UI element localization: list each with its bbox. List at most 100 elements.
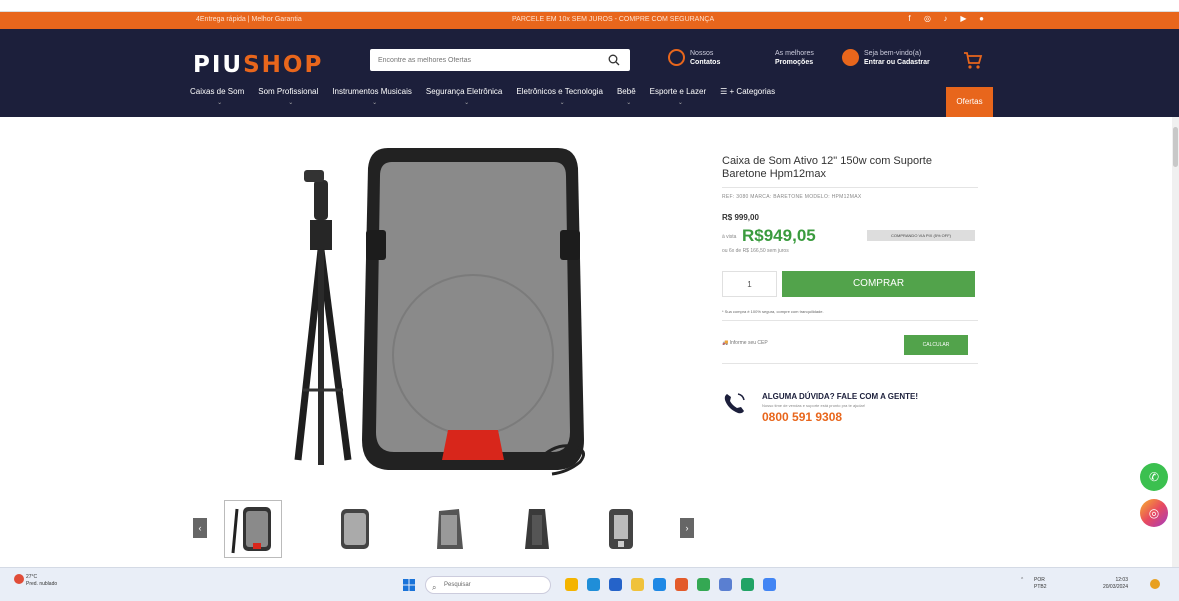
- nav-label: Instrumentos Musicais: [332, 87, 412, 96]
- offers-button[interactable]: Ofertas: [946, 87, 993, 117]
- nav-label: ☰ + Categorias: [720, 87, 776, 96]
- browser-top-strip: [0, 0, 1179, 12]
- product-title: Caixa de Som Ativo 12" 150w com Suporte …: [722, 155, 932, 180]
- nav-item-instrumentos-musicais[interactable]: Instrumentos Musicais ⌄: [332, 87, 412, 106]
- site-header: PIUSHOP Nossos Contatos As melhores Prom…: [0, 29, 1179, 117]
- thumbnail-prev-arrow[interactable]: ‹: [193, 518, 207, 538]
- login-link[interactable]: Seja bem-vindo(a) Entrar ou Cadastrar: [842, 49, 930, 67]
- search-icon[interactable]: [608, 54, 620, 66]
- product-ref: REF: 3080 MARCA: BARETONE MODELO: HPM12M…: [722, 194, 862, 200]
- edge-icon[interactable]: [653, 578, 666, 591]
- facebook-icon[interactable]: f: [905, 14, 914, 26]
- youtube-icon[interactable]: ▶: [959, 14, 968, 26]
- thumbnail-speaker-image: [231, 507, 271, 554]
- product-info: Caixa de Som Ativo 12" 150w com Suporte …: [722, 155, 978, 430]
- nav-item-bebe[interactable]: Bebê ⌄: [616, 87, 636, 106]
- user-icon: [842, 49, 859, 66]
- cep-input[interactable]: 🚚 Informe seu CEP: [722, 340, 768, 346]
- thumbnail-3[interactable]: [420, 500, 478, 558]
- login-line-2: Entrar ou Cadastrar: [864, 59, 930, 66]
- thumbnail-next-arrow[interactable]: ›: [680, 518, 694, 538]
- page-scrollbar[interactable]: [1172, 117, 1179, 567]
- store-icon[interactable]: [587, 578, 600, 591]
- app-icon[interactable]: [675, 578, 688, 591]
- windows-start-icon[interactable]: [403, 579, 415, 591]
- scrollbar-thumb[interactable]: [1173, 127, 1178, 167]
- contacts-link[interactable]: Nossos Contatos: [668, 49, 720, 67]
- thumbnail-4[interactable]: [508, 500, 566, 558]
- installments-text: ou 6x de R$ 166,50 sem juros: [722, 248, 789, 254]
- nav-item-caixas-de-som[interactable]: Caixas de Som ⌄: [190, 87, 245, 106]
- nav-label: Caixas de Som: [190, 87, 245, 96]
- thumbnail-speaker-image: [609, 509, 633, 549]
- chrome-icon[interactable]: [763, 578, 776, 591]
- contact-line-1: Nossos: [690, 50, 714, 57]
- search-box: [370, 49, 630, 72]
- taskbar-search[interactable]: ⌕ Pesquisar: [425, 576, 551, 594]
- thumbnail-5[interactable]: [592, 500, 650, 558]
- taskbar-search-label: Pesquisar: [444, 582, 471, 588]
- page: 4Entrega rápida | Melhor Garantia PARCEL…: [0, 0, 1179, 601]
- nav-item-all-categories[interactable]: ☰ + Categorias: [720, 87, 775, 96]
- logo-part-2: SHOP: [243, 52, 324, 78]
- nav-label: Esporte e Lazer: [649, 87, 707, 96]
- whatsapp-icon[interactable]: ●: [977, 14, 986, 26]
- thumbnail-2[interactable]: [326, 500, 384, 558]
- chevron-down-icon: ⌄: [626, 100, 632, 106]
- taskbar-apps: [565, 578, 776, 591]
- logo-part-1: PIU: [193, 52, 244, 78]
- security-note: * Sua compra é 100% segura, compre com t…: [722, 309, 824, 314]
- nav-item-eletronicos[interactable]: Eletrônicos e Tecnologia ⌄: [516, 87, 603, 106]
- whatsapp-icon: ✆: [1148, 470, 1160, 484]
- help-box: ALGUMA DÚVIDA? FALE COM A GENTE! Nosso t…: [722, 382, 978, 430]
- divider: [722, 363, 978, 364]
- shipping-calculator: 🚚 Informe seu CEP CALCULAR: [722, 335, 978, 357]
- help-subtext: Nosso time de vendas e suporte está pron…: [762, 403, 866, 408]
- excel-icon[interactable]: [741, 578, 754, 591]
- chevron-down-icon: ⌄: [372, 100, 378, 106]
- clock-time: 12:03: [1115, 577, 1128, 583]
- site-logo[interactable]: PIUSHOP: [193, 52, 323, 78]
- chevron-down-icon: ⌄: [677, 100, 683, 106]
- thumbnail-1[interactable]: [224, 500, 282, 558]
- nav-label: Som Profissional: [258, 87, 319, 96]
- nav-label: Bebê: [616, 87, 636, 96]
- promo-bar: 4Entrega rápida | Melhor Garantia PARCEL…: [0, 12, 1179, 29]
- quantity-stepper[interactable]: 1: [722, 271, 777, 297]
- truck-icon: 🚚: [722, 340, 730, 346]
- cep-placeholder: Informe seu CEP: [729, 340, 768, 346]
- lang-line-2: PTB2: [1034, 584, 1047, 590]
- buy-row: 1 COMPRAR: [722, 271, 978, 297]
- divider: [722, 320, 978, 321]
- file-explorer-icon[interactable]: [631, 578, 644, 591]
- promo-center-text: PARCELE EM 10x SEM JUROS - COMPRE COM SE…: [512, 16, 715, 23]
- nav-item-esporte-e-lazer[interactable]: Esporte e Lazer ⌄: [649, 87, 707, 106]
- instagram-float-button[interactable]: ◎: [1140, 499, 1168, 527]
- tiktok-icon[interactable]: ♪: [941, 14, 950, 26]
- search-icon: ⌕: [432, 583, 437, 592]
- notification-icon[interactable]: [1150, 579, 1160, 589]
- instagram-icon[interactable]: ◎: [923, 14, 932, 26]
- weather-widget[interactable]: 27°C Pred. nublado: [14, 574, 57, 588]
- whatsapp-float-button[interactable]: ✆: [1140, 463, 1168, 491]
- app-icon[interactable]: [719, 578, 732, 591]
- widgets-icon[interactable]: [565, 578, 578, 591]
- help-phone-number[interactable]: 0800 591 9308: [762, 410, 842, 424]
- product-main-image[interactable]: [288, 140, 608, 480]
- chrome-icon[interactable]: [697, 578, 710, 591]
- promo-left-text: 4Entrega rápida | Melhor Garantia: [196, 16, 302, 23]
- task-view-icon[interactable]: [609, 578, 622, 591]
- promotions-link[interactable]: As melhores Promoções: [775, 49, 814, 67]
- search-input[interactable]: [370, 49, 600, 72]
- calculate-shipping-button[interactable]: CALCULAR: [904, 335, 968, 355]
- current-price: R$949,05: [742, 226, 816, 245]
- help-question: ALGUMA DÚVIDA? FALE COM A GENTE!: [762, 392, 918, 401]
- taskbar: 27°C Pred. nublado ⌕ Pesquisar ⌃ POR PTB…: [0, 567, 1179, 601]
- buy-button[interactable]: COMPRAR: [782, 271, 975, 297]
- language-indicator[interactable]: POR PTB2: [1034, 577, 1047, 591]
- thumbnail-speaker-image: [525, 509, 549, 549]
- chevron-up-icon[interactable]: ⌃: [1020, 577, 1024, 583]
- clock[interactable]: 12:03 20/03/2024: [1098, 577, 1128, 591]
- nav-item-seguranca-eletronica[interactable]: Segurança Eletrônica ⌄: [426, 87, 503, 106]
- nav-item-som-profissional[interactable]: Som Profissional ⌄: [258, 87, 319, 106]
